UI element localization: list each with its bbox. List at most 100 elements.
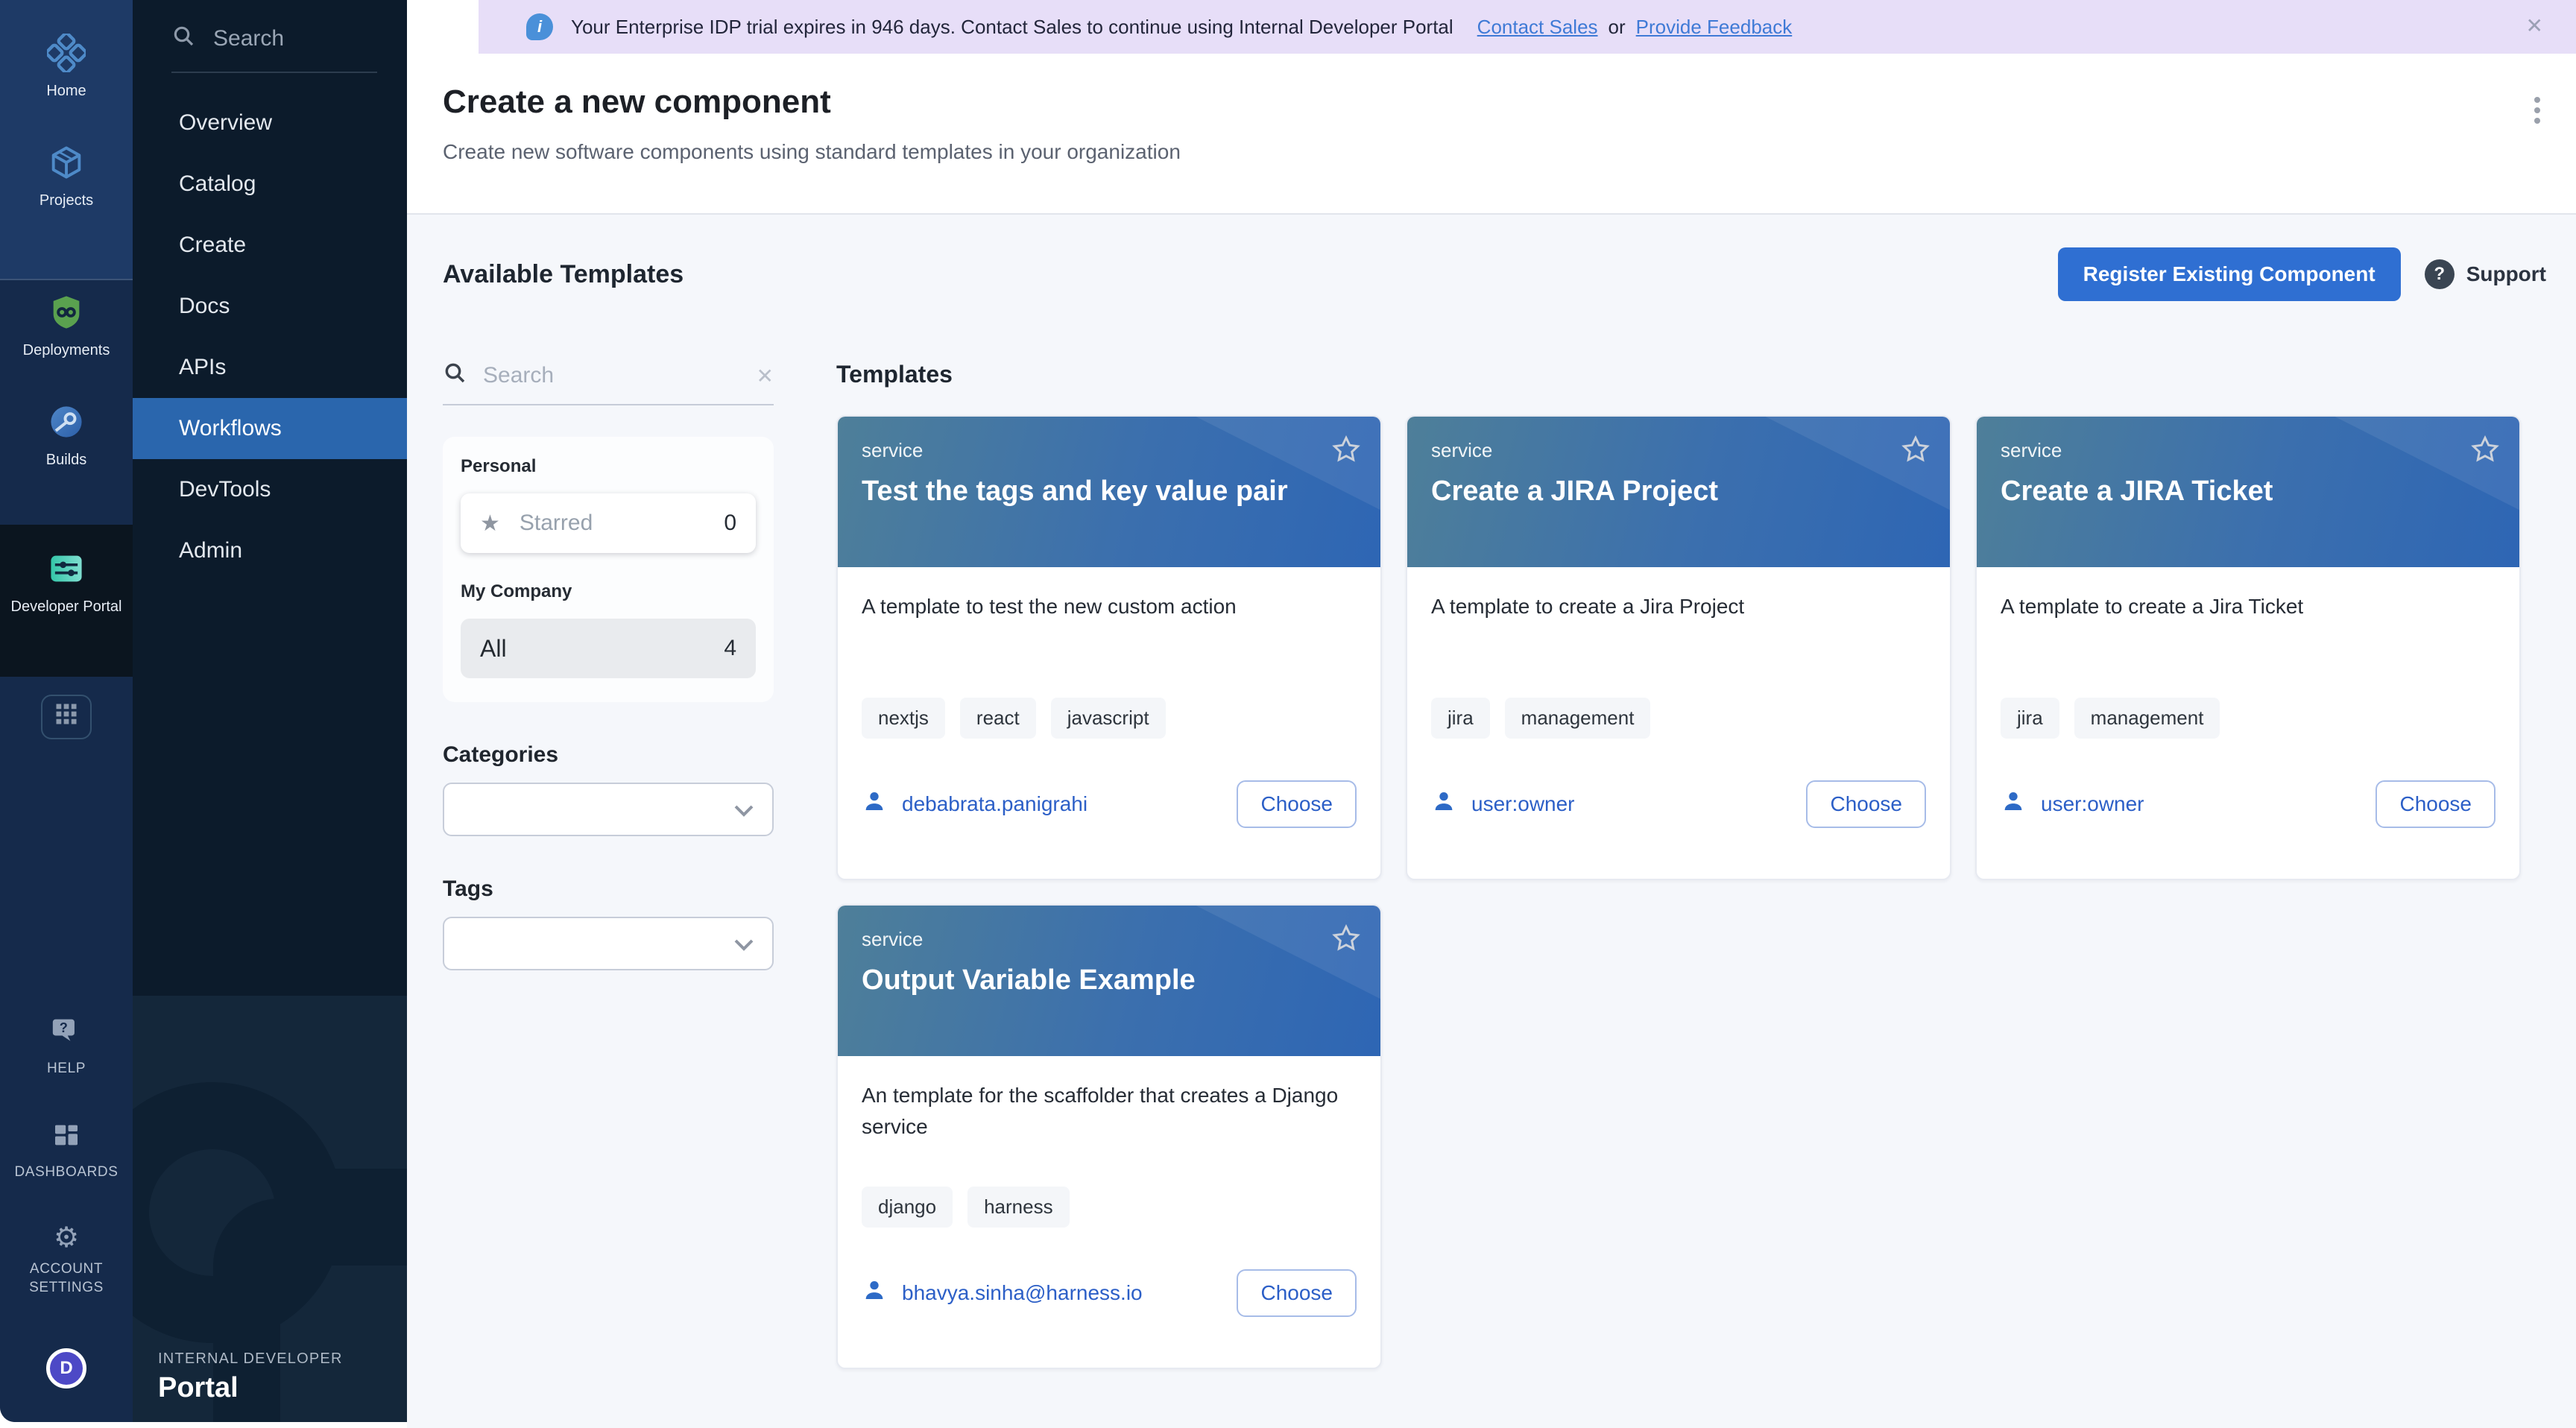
template-card-body: A template to test the new custom action… <box>838 567 1380 879</box>
choose-button[interactable]: Choose <box>1237 1269 1357 1317</box>
rail-segment-bottom: ? HELP DASHBOARDS ⚙ ACCOUNT SETTINGS D <box>0 677 133 1422</box>
template-title: Create a JIRA Ticket <box>2001 476 2496 508</box>
template-tags: nextjs react javascript <box>862 698 1357 739</box>
gear-icon: ⚙ <box>54 1223 79 1253</box>
dashboards-icon <box>51 1120 81 1156</box>
trial-banner-text: Your Enterprise IDP trial expires in 946… <box>571 16 1453 39</box>
tag-chip: react <box>960 698 1036 739</box>
sidebar-item-catalog[interactable]: Catalog <box>133 154 407 215</box>
ownership-filter-card: Personal ★ Starred 0 My Company All 4 <box>443 437 774 702</box>
chevron-down-icon <box>733 796 754 824</box>
register-existing-component-button[interactable]: Register Existing Component <box>2058 247 2401 301</box>
template-card-footer: user:owner Choose <box>2001 780 2496 828</box>
chevron-down-icon <box>733 930 754 958</box>
personal-section-label: Personal <box>461 456 756 477</box>
tags-select[interactable] <box>443 917 774 970</box>
star-icon: ★ <box>480 511 500 537</box>
page-title: Create a new component <box>443 83 2576 121</box>
template-search-input[interactable] <box>483 363 757 388</box>
sidebar-search[interactable]: Search <box>133 0 407 54</box>
page-header: Create a new component Create new softwa… <box>407 54 2576 215</box>
contact-sales-link[interactable]: Contact Sales <box>1477 16 1598 39</box>
template-owner-link[interactable]: user:owner <box>1471 792 1575 816</box>
sidebar-item-overview[interactable]: Overview <box>133 92 407 154</box>
sidebar-item-workflows[interactable]: Workflows <box>133 398 407 459</box>
sidebar-item-admin[interactable]: Admin <box>133 520 407 581</box>
sidebar-menu: Overview Catalog Create Docs APIs Workfl… <box>133 92 407 581</box>
rail-item-help[interactable]: ? HELP <box>47 1017 86 1078</box>
available-templates-heading: Available Templates <box>443 260 684 289</box>
template-card: service Output Variable Example An templ… <box>836 904 1382 1369</box>
star-icon[interactable] <box>1899 433 1932 466</box>
template-title: Output Variable Example <box>862 964 1357 996</box>
all-filter-row[interactable]: All 4 <box>461 619 756 678</box>
page-subtitle: Create new software components using sta… <box>443 140 2576 164</box>
rail-item-deployments[interactable]: Deployments <box>0 292 133 360</box>
sidebar-item-docs[interactable]: Docs <box>133 276 407 337</box>
rail-item-builds[interactable]: Builds <box>0 402 133 470</box>
tags-label: Tags <box>443 876 774 902</box>
template-search: ✕ <box>443 361 774 405</box>
rail-segment-top: Home Projects <box>0 0 133 280</box>
rail-item-label: Builds <box>46 451 86 470</box>
templates-section: Templates service Test the tags and key … <box>836 361 2546 1428</box>
starred-count: 0 <box>724 511 736 536</box>
person-icon <box>2001 789 2026 820</box>
choose-button[interactable]: Choose <box>1806 780 1926 828</box>
all-count: 4 <box>724 636 736 661</box>
developer-portal-icon <box>46 549 86 589</box>
rail-item-account-settings[interactable]: ⚙ ACCOUNT SETTINGS <box>7 1223 126 1297</box>
starred-filter-row[interactable]: ★ Starred 0 <box>461 493 756 553</box>
rail-item-developer-portal[interactable]: Developer Portal <box>0 549 133 616</box>
categories-select[interactable] <box>443 783 774 836</box>
sidebar-item-apis[interactable]: APIs <box>133 337 407 398</box>
rail-segment-middle: Deployments Builds <box>0 280 133 525</box>
categories-label: Categories <box>443 742 774 768</box>
kebab-menu-icon[interactable] <box>2519 92 2555 128</box>
template-title: Test the tags and key value pair <box>862 476 1357 508</box>
search-icon <box>171 24 195 54</box>
templates-heading: Templates <box>836 361 2546 388</box>
user-avatar[interactable]: D <box>46 1348 86 1388</box>
banner-or-text: or <box>1609 16 1626 39</box>
toolbar-actions: Register Existing Component ? Support <box>2058 247 2546 301</box>
main-area: i Your Enterprise IDP trial expires in 9… <box>407 0 2576 1428</box>
template-tags: jira management <box>1431 698 1926 739</box>
person-icon <box>862 1277 887 1309</box>
sidebar-item-create[interactable]: Create <box>133 215 407 276</box>
choose-button[interactable]: Choose <box>2375 780 2496 828</box>
sidebar-item-devtools[interactable]: DevTools <box>133 459 407 520</box>
star-icon[interactable] <box>1330 922 1363 955</box>
template-description: A template to create a Jira Project <box>1431 591 1926 698</box>
star-icon[interactable] <box>1330 433 1363 466</box>
banner-close-icon[interactable]: ✕ <box>2526 13 2543 38</box>
rail-item-home[interactable]: Home <box>0 33 133 101</box>
rail-item-label: Home <box>46 82 86 101</box>
projects-icon <box>46 142 86 183</box>
choose-button[interactable]: Choose <box>1237 780 1357 828</box>
rail-item-label: Projects <box>40 192 93 210</box>
template-owner-link[interactable]: debabrata.panigrahi <box>902 792 1087 816</box>
provide-feedback-link[interactable]: Provide Feedback <box>1636 16 1793 39</box>
template-card-header: service Create a JIRA Project <box>1407 417 1950 567</box>
template-card-grid: service Test the tags and key value pair… <box>836 415 2546 1369</box>
rail-item-projects[interactable]: Projects <box>0 142 133 210</box>
template-card: service Test the tags and key value pair… <box>836 415 1382 880</box>
template-card: service Create a JIRA Project A template… <box>1406 415 1951 880</box>
star-icon[interactable] <box>2469 433 2501 466</box>
template-type: service <box>1431 439 1926 462</box>
rail-item-label: DASHBOARDS <box>14 1163 118 1182</box>
support-label: Support <box>2466 262 2546 286</box>
template-owner-link[interactable]: bhavya.sinha@harness.io <box>902 1281 1143 1305</box>
rail-item-dashboards[interactable]: DASHBOARDS <box>14 1120 118 1182</box>
template-title: Create a JIRA Project <box>1431 476 1926 508</box>
support-button[interactable]: ? Support <box>2425 259 2546 289</box>
template-tags: django harness <box>862 1187 1357 1228</box>
module-grid-button[interactable] <box>41 695 92 739</box>
template-description: A template to test the new custom action <box>862 591 1357 698</box>
search-clear-icon[interactable]: ✕ <box>757 364 774 388</box>
template-card-footer: debabrata.panigrahi Choose <box>862 780 1357 828</box>
template-card-footer: user:owner Choose <box>1431 780 1926 828</box>
template-owner-link[interactable]: user:owner <box>2041 792 2144 816</box>
template-card-header: service Test the tags and key value pair <box>838 417 1380 567</box>
